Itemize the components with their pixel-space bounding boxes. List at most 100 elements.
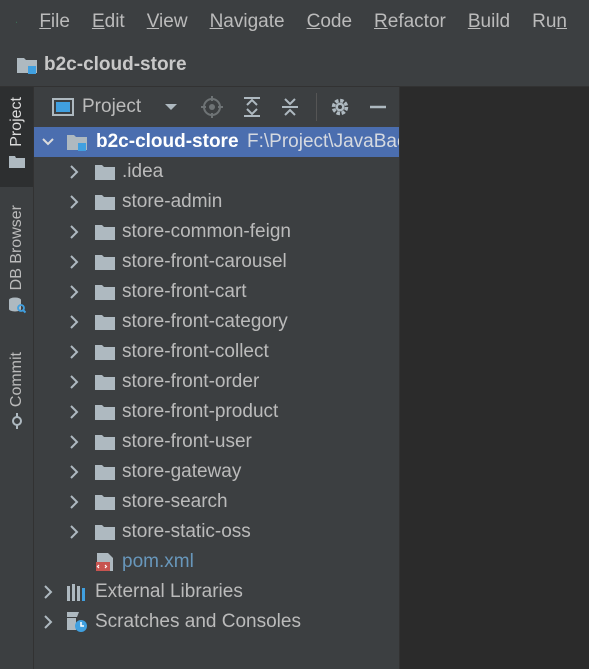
tree-folder-row[interactable]: store-front-user bbox=[34, 427, 399, 457]
folder-icon bbox=[95, 165, 115, 180]
chevron-right-icon[interactable] bbox=[68, 285, 80, 299]
chevron-right-icon[interactable] bbox=[68, 495, 80, 509]
folder-icon bbox=[95, 315, 115, 330]
maven-file-icon bbox=[96, 553, 113, 571]
tree-folder-label: store-front-cart bbox=[122, 281, 247, 302]
chevron-right-icon[interactable] bbox=[68, 465, 80, 479]
tree-folder-row[interactable]: store-common-feign bbox=[34, 217, 399, 247]
project-view-icon bbox=[52, 98, 74, 116]
folder-icon bbox=[95, 195, 115, 210]
menu-view[interactable]: View bbox=[147, 11, 188, 33]
tree-folder-label: store-front-order bbox=[122, 371, 260, 392]
project-folder-icon bbox=[17, 58, 37, 74]
menu-run[interactable]: Run bbox=[532, 11, 567, 33]
collapse-all-icon[interactable] bbox=[279, 96, 301, 118]
navigation-bar: b2c-cloud-store bbox=[0, 44, 589, 87]
library-icon bbox=[67, 584, 85, 601]
breadcrumb-project[interactable]: b2c-cloud-store bbox=[44, 54, 187, 76]
menu-file[interactable]: File bbox=[39, 11, 70, 33]
select-opened-file-icon[interactable] bbox=[201, 96, 223, 118]
pom-file-name: pom.xml bbox=[122, 551, 194, 572]
tree-folder-row[interactable]: store-search bbox=[34, 487, 399, 517]
folder-icon bbox=[95, 405, 115, 420]
tree-folder-row[interactable]: store-front-carousel bbox=[34, 247, 399, 277]
toolbar-separator bbox=[316, 93, 317, 121]
expand-all-icon[interactable] bbox=[241, 96, 263, 118]
minimize-icon[interactable] bbox=[367, 96, 389, 118]
chevron-right-icon[interactable] bbox=[42, 615, 54, 629]
scratches-icon bbox=[67, 612, 87, 632]
tree-folder-row[interactable]: store-front-order bbox=[34, 367, 399, 397]
project-panel-header: Project bbox=[34, 87, 399, 127]
folder-icon bbox=[95, 375, 115, 390]
tree-folder-row[interactable]: store-front-category bbox=[34, 307, 399, 337]
scratches-consoles-label: Scratches and Consoles bbox=[95, 611, 301, 632]
tree-folder-label: store-front-collect bbox=[122, 341, 269, 362]
chevron-right-icon[interactable] bbox=[68, 375, 80, 389]
chevron-right-icon[interactable] bbox=[68, 345, 80, 359]
db-browser-label: DB Browser bbox=[7, 205, 25, 291]
project-view-selector[interactable]: Project bbox=[82, 96, 141, 118]
chevron-right-icon[interactable] bbox=[68, 315, 80, 329]
project-tree: b2c-cloud-store F:\Project\JavaBac .idea… bbox=[34, 127, 399, 669]
folder-icon bbox=[95, 225, 115, 240]
project-tool-tab[interactable]: Project bbox=[0, 87, 33, 187]
dropdown-arrow-icon[interactable] bbox=[160, 96, 182, 118]
tree-folder-row[interactable]: store-gateway bbox=[34, 457, 399, 487]
folder-icon bbox=[95, 345, 115, 360]
chevron-right-icon[interactable] bbox=[68, 435, 80, 449]
menu-code[interactable]: Code bbox=[307, 11, 352, 33]
menu-build[interactable]: Build bbox=[468, 11, 510, 33]
tree-folder-row[interactable]: store-static-oss bbox=[34, 517, 399, 547]
chevron-down-icon[interactable] bbox=[42, 135, 54, 149]
external-libraries-row[interactable]: External Libraries bbox=[34, 577, 399, 607]
chevron-right-icon[interactable] bbox=[68, 195, 80, 209]
folder-icon bbox=[95, 495, 115, 510]
chevron-right-icon[interactable] bbox=[68, 225, 80, 239]
chevron-right-icon[interactable] bbox=[68, 525, 80, 539]
database-search-icon bbox=[8, 297, 26, 314]
menu-bar: File Edit View Navigate Code Refactor Bu… bbox=[0, 0, 589, 44]
commit-icon bbox=[11, 413, 22, 430]
external-libraries-label: External Libraries bbox=[95, 581, 243, 602]
tree-folder-label: store-static-oss bbox=[122, 521, 251, 542]
android-icon bbox=[16, 21, 18, 23]
pom-file-row[interactable]: pom.xml bbox=[34, 547, 399, 577]
scratches-consoles-row[interactable]: Scratches and Consoles bbox=[34, 607, 399, 637]
menu-refactor[interactable]: Refactor bbox=[374, 11, 446, 33]
folder-icon bbox=[95, 285, 115, 300]
menu-navigate[interactable]: Navigate bbox=[210, 11, 285, 33]
chevron-right-icon[interactable] bbox=[42, 585, 54, 599]
tree-root-row[interactable]: b2c-cloud-store F:\Project\JavaBac bbox=[34, 127, 399, 157]
gear-icon[interactable] bbox=[329, 96, 351, 118]
tree-folder-label: store-gateway bbox=[122, 461, 242, 482]
tree-folder-label: store-common-feign bbox=[122, 221, 291, 242]
chevron-right-icon[interactable] bbox=[68, 165, 80, 179]
tree-folder-row[interactable]: store-front-cart bbox=[34, 277, 399, 307]
db-browser-tool-tab[interactable]: DB Browser bbox=[0, 205, 33, 330]
tree-folder-row[interactable]: .idea bbox=[34, 157, 399, 187]
folder-icon bbox=[95, 435, 115, 450]
commit-label: Commit bbox=[7, 352, 25, 408]
tree-folder-row[interactable]: store-front-collect bbox=[34, 337, 399, 367]
tree-folder-row[interactable]: store-front-product bbox=[34, 397, 399, 427]
root-project-name: b2c-cloud-store bbox=[96, 131, 239, 152]
folder-icon bbox=[95, 465, 115, 480]
tree-folder-label: store-admin bbox=[122, 191, 223, 212]
chevron-right-icon[interactable] bbox=[68, 405, 80, 419]
project-tool-label: Project bbox=[7, 97, 25, 147]
tree-folder-label: store-front-category bbox=[122, 311, 288, 332]
root-project-path: F:\Project\JavaBac bbox=[247, 131, 399, 152]
folder-icon bbox=[95, 255, 115, 270]
tree-folder-label: store-front-user bbox=[122, 431, 252, 452]
tree-folder-label: store-front-product bbox=[122, 401, 279, 422]
chevron-right-icon[interactable] bbox=[68, 255, 80, 269]
module-folder-icon bbox=[67, 135, 87, 151]
folder-icon bbox=[8, 155, 25, 168]
tree-folder-row[interactable]: store-admin bbox=[34, 187, 399, 217]
folder-icon bbox=[95, 525, 115, 540]
tree-folder-label: store-front-carousel bbox=[122, 251, 287, 272]
commit-tool-tab[interactable]: Commit bbox=[0, 352, 33, 442]
tool-window-strip: Project DB Browser Commit bbox=[0, 87, 34, 669]
menu-edit[interactable]: Edit bbox=[92, 11, 125, 33]
